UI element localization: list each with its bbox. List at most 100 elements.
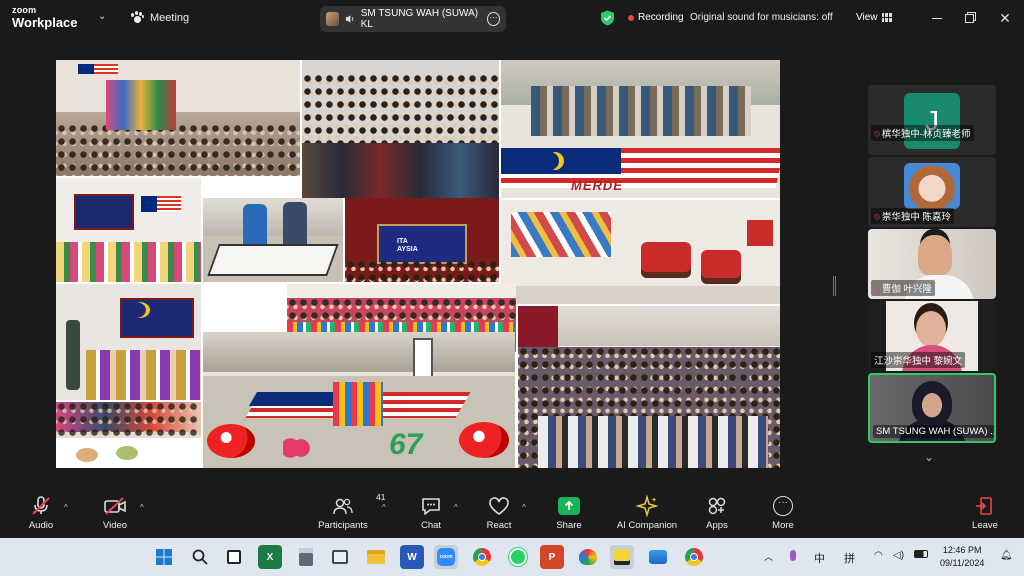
- active-speaker-name: SM TSUNG WAH (SUWA) KL: [360, 8, 479, 30]
- participants-button[interactable]: 41 Participants: [308, 492, 385, 531]
- panel-resize-handle[interactable]: [833, 276, 836, 296]
- original-sound-status[interactable]: Original sound for musicians: off: [690, 12, 833, 23]
- more-label: More: [772, 520, 794, 531]
- photo-hall-dance: [56, 178, 201, 282]
- paw-icon: [130, 11, 144, 25]
- windows-start-icon[interactable]: [152, 545, 176, 569]
- participant-name-label: SM TSUNG WAH (SUWA) ...: [873, 425, 996, 438]
- task-view-icon[interactable]: [222, 545, 246, 569]
- photo-dancers-hall: [56, 284, 201, 400]
- react-options-caret-icon[interactable]: ^: [522, 503, 526, 512]
- file-explorer-icon[interactable]: [364, 545, 388, 569]
- security-shield-icon[interactable]: [600, 10, 615, 26]
- audio-button[interactable]: Audio: [6, 494, 76, 531]
- participant-tile[interactable]: ⦸ 曹伽 叶兴隆: [868, 229, 996, 299]
- view-label: View: [856, 12, 878, 23]
- participant-name-label: ⦸ 槟华独中-林贞臻老师: [871, 125, 974, 141]
- more-dots-icon: ···: [773, 496, 793, 516]
- ai-companion-button[interactable]: AI Companion: [604, 494, 690, 531]
- apps-icon: [708, 497, 726, 515]
- view-button[interactable]: View: [856, 12, 892, 23]
- volume-icon[interactable]: ◁): [893, 550, 904, 561]
- meeting-menu[interactable]: Meeting: [130, 11, 189, 25]
- participant-name-label: ⦸ 崇华独中 陈嘉玲: [871, 208, 955, 224]
- share-label: Share: [556, 520, 582, 531]
- participant-tile[interactable]: J ⦸ 槟华独中-林贞臻老师: [868, 85, 996, 155]
- video-options-caret-icon[interactable]: ^: [140, 503, 144, 512]
- close-button[interactable]: ✕: [994, 8, 1016, 28]
- powerpoint-icon[interactable]: P: [540, 545, 564, 569]
- chat-options-caret-icon[interactable]: ^: [454, 503, 458, 512]
- restore-button[interactable]: [958, 8, 980, 28]
- chat-button[interactable]: Chat: [396, 494, 466, 531]
- chrome-icon[interactable]: [470, 545, 494, 569]
- zoom-taskbar-icon[interactable]: zoom: [434, 545, 458, 569]
- active-speaker-pill[interactable]: SM TSUNG WAH (SUWA) KL ···: [320, 6, 506, 32]
- participant-tile[interactable]: ⦸ 崇华独中 陈嘉玲: [868, 157, 996, 227]
- chevron-down-icon[interactable]: ⌄: [98, 11, 106, 22]
- title-bar: zoom Workplace ⌄ Meeting SM TSUNG WAH (S…: [0, 0, 1024, 38]
- speaker-volume-icon: [345, 15, 354, 23]
- logo-line1: zoom: [12, 5, 37, 15]
- screen-text: ITA AYSIA: [397, 238, 418, 253]
- snipping-tool-icon[interactable]: [328, 545, 352, 569]
- photo-dignitaries: [302, 60, 499, 198]
- search-icon[interactable]: [188, 545, 212, 569]
- participant-tile-active[interactable]: SM TSUNG WAH (SUWA) ...: [868, 373, 996, 443]
- tray-overflow-chevron-icon[interactable]: ︿: [764, 550, 773, 563]
- mic-muted-icon: ⦸: [874, 210, 880, 221]
- whatsapp-icon[interactable]: [506, 545, 530, 569]
- meeting-toolbar: Audio ^ Video ^ 41 Participants ^ Chat ^…: [0, 490, 1024, 538]
- ai-companion-label: AI Companion: [616, 520, 678, 531]
- banner-text: MERDE: [571, 178, 623, 193]
- word-icon[interactable]: W: [400, 545, 424, 569]
- apps-button[interactable]: Apps: [682, 494, 752, 531]
- recording-dot-icon: [628, 14, 634, 21]
- chevron-down-icon[interactable]: ⌄: [924, 450, 934, 464]
- share-button[interactable]: Share: [534, 494, 604, 531]
- voice-input-icon[interactable]: [790, 550, 796, 561]
- react-label: React: [486, 520, 512, 531]
- paint-icon[interactable]: [576, 545, 600, 569]
- wifi-icon[interactable]: ◠: [874, 550, 883, 561]
- leave-door-icon: [976, 497, 992, 515]
- photo-stage-merdeka: ITA AYSIA: [345, 198, 499, 282]
- ime-mode-indicator[interactable]: 拼: [844, 550, 855, 566]
- school-number-text: 67: [389, 428, 423, 461]
- leave-button[interactable]: Leave: [950, 494, 1020, 531]
- camera-off-icon: [104, 497, 126, 515]
- photo-flag-ceremony: MERDE: [501, 60, 780, 198]
- participant-name: SM TSUNG WAH (SUWA) ...: [876, 426, 996, 437]
- recording-label: Recording: [638, 12, 684, 23]
- video-button[interactable]: Video: [80, 494, 150, 531]
- ime-language-indicator[interactable]: 中: [814, 550, 825, 566]
- participants-icon: [333, 498, 353, 515]
- sticky-notes-icon[interactable]: [610, 545, 634, 569]
- chat-bubble-icon: [422, 498, 440, 515]
- more-options-icon[interactable]: ···: [487, 12, 500, 26]
- share-screen-icon: [558, 497, 580, 515]
- minimize-button[interactable]: [926, 8, 948, 28]
- grid-view-icon: [881, 13, 892, 22]
- chrome-profile-icon[interactable]: [682, 545, 706, 569]
- photo-stage-performance: [56, 60, 300, 176]
- audio-label: Audio: [28, 520, 54, 531]
- video-label: Video: [102, 520, 128, 531]
- more-button[interactable]: ··· More: [748, 494, 818, 531]
- recording-indicator[interactable]: Recording: [628, 12, 684, 23]
- battery-icon[interactable]: [914, 550, 928, 558]
- excel-icon[interactable]: X: [258, 545, 282, 569]
- logo-line2: Workplace: [12, 15, 78, 30]
- calculator-icon[interactable]: [294, 545, 318, 569]
- participants-options-caret-icon[interactable]: ^: [382, 503, 386, 512]
- photos-icon[interactable]: [646, 545, 670, 569]
- react-button[interactable]: React: [464, 494, 534, 531]
- zoom-logo[interactable]: zoom Workplace: [12, 5, 78, 30]
- system-clock[interactable]: 12:46 PM 09/11/2024: [940, 544, 984, 570]
- participant-name: 曹伽 叶兴隆: [881, 284, 933, 295]
- participant-tile[interactable]: 江沙崇华独中 黎婉文: [868, 301, 996, 371]
- clock-date: 09/11/2024: [940, 558, 985, 568]
- microphone-muted-icon: [32, 496, 50, 515]
- notification-bell-icon[interactable]: 🔔︎: [1000, 550, 1013, 561]
- audio-options-caret-icon[interactable]: ^: [64, 503, 68, 512]
